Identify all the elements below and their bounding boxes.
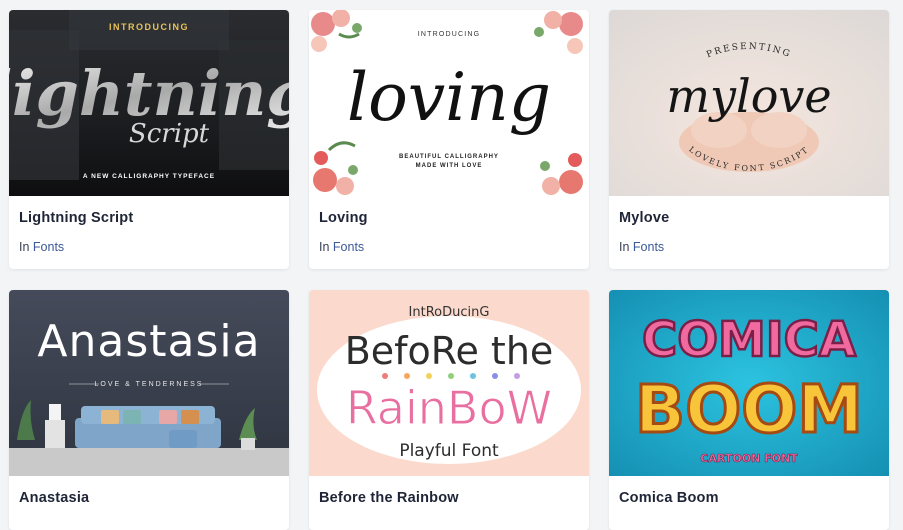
thumb-tagline: LOVE & TENDERNESS bbox=[95, 381, 204, 388]
font-thumbnail[interactable]: Anastasia LOVE & TENDERNESS bbox=[9, 290, 289, 476]
meta-prefix: In bbox=[619, 240, 630, 254]
thumb-tagline-2: MADE WITH LOVE bbox=[416, 163, 483, 169]
thumb-tagline: A NEW CALLIGRAPHY TYPEFACE bbox=[83, 173, 215, 180]
thumb-headline-2: RainBoW bbox=[346, 381, 552, 435]
font-thumbnail[interactable]: INTRODUCING lightning Script A NEW CALLI… bbox=[9, 10, 289, 196]
thumb-subhead: Script bbox=[129, 119, 210, 149]
thumb-headline: mylove bbox=[666, 69, 831, 123]
card-meta: In Fonts bbox=[319, 240, 579, 254]
font-card[interactable]: PRESENTING mylove LOVELY FONT SCRIPT Myl… bbox=[609, 10, 889, 269]
card-title[interactable]: Loving bbox=[319, 210, 579, 226]
thumb-headline: loving bbox=[347, 59, 551, 136]
font-card[interactable]: INTRODUCING lightning Script A NEW CALLI… bbox=[9, 10, 289, 269]
thumb-kicker: INTRODUCING bbox=[109, 22, 189, 32]
thumb-headline-1: COMICA bbox=[642, 312, 856, 368]
thumb-tagline: Playful Font bbox=[399, 441, 499, 461]
meta-prefix: In bbox=[19, 240, 30, 254]
font-card[interactable]: INTRODUCING loving BEAUTIFUL CALLIGRAPHY… bbox=[309, 10, 589, 269]
card-title[interactable]: Anastasia bbox=[19, 490, 279, 506]
thumb-tagline-1: BEAUTIFUL CALLIGRAPHY bbox=[399, 154, 499, 160]
card-title[interactable]: Lightning Script bbox=[19, 210, 279, 226]
font-thumbnail[interactable]: COMICA BOOM CARTOON FONT bbox=[609, 290, 889, 476]
thumb-kicker: INTRODUCING bbox=[418, 31, 481, 38]
thumb-headline: Anastasia bbox=[37, 316, 260, 367]
thumb-tagline: CARTOON FONT bbox=[700, 452, 798, 465]
category-link[interactable]: Fonts bbox=[33, 240, 64, 254]
font-card[interactable]: COMICA BOOM CARTOON FONT Comica Boom bbox=[609, 290, 889, 530]
meta-prefix: In bbox=[319, 240, 330, 254]
card-title[interactable]: Before the Rainbow bbox=[319, 490, 579, 506]
thumb-headline-1: BefoRe the bbox=[345, 329, 554, 373]
card-meta: In Fonts bbox=[19, 240, 279, 254]
card-meta: In Fonts bbox=[619, 240, 879, 254]
font-thumbnail[interactable]: IntRoDucinG BefoRe the RainBoW Playful F… bbox=[309, 290, 589, 476]
thumb-headline-2: BOOM bbox=[635, 371, 863, 448]
card-title[interactable]: Comica Boom bbox=[619, 490, 879, 506]
category-link[interactable]: Fonts bbox=[633, 240, 664, 254]
font-card[interactable]: IntRoDucinG BefoRe the RainBoW Playful F… bbox=[309, 290, 589, 530]
thumb-kicker: IntRoDucinG bbox=[409, 305, 490, 320]
card-title[interactable]: Mylove bbox=[619, 210, 879, 226]
font-thumbnail[interactable]: INTRODUCING loving BEAUTIFUL CALLIGRAPHY… bbox=[309, 10, 589, 196]
category-link[interactable]: Fonts bbox=[333, 240, 364, 254]
font-thumbnail[interactable]: PRESENTING mylove LOVELY FONT SCRIPT bbox=[609, 10, 889, 196]
font-card[interactable]: Anastasia LOVE & TENDERNESS Anastasia bbox=[9, 290, 289, 530]
